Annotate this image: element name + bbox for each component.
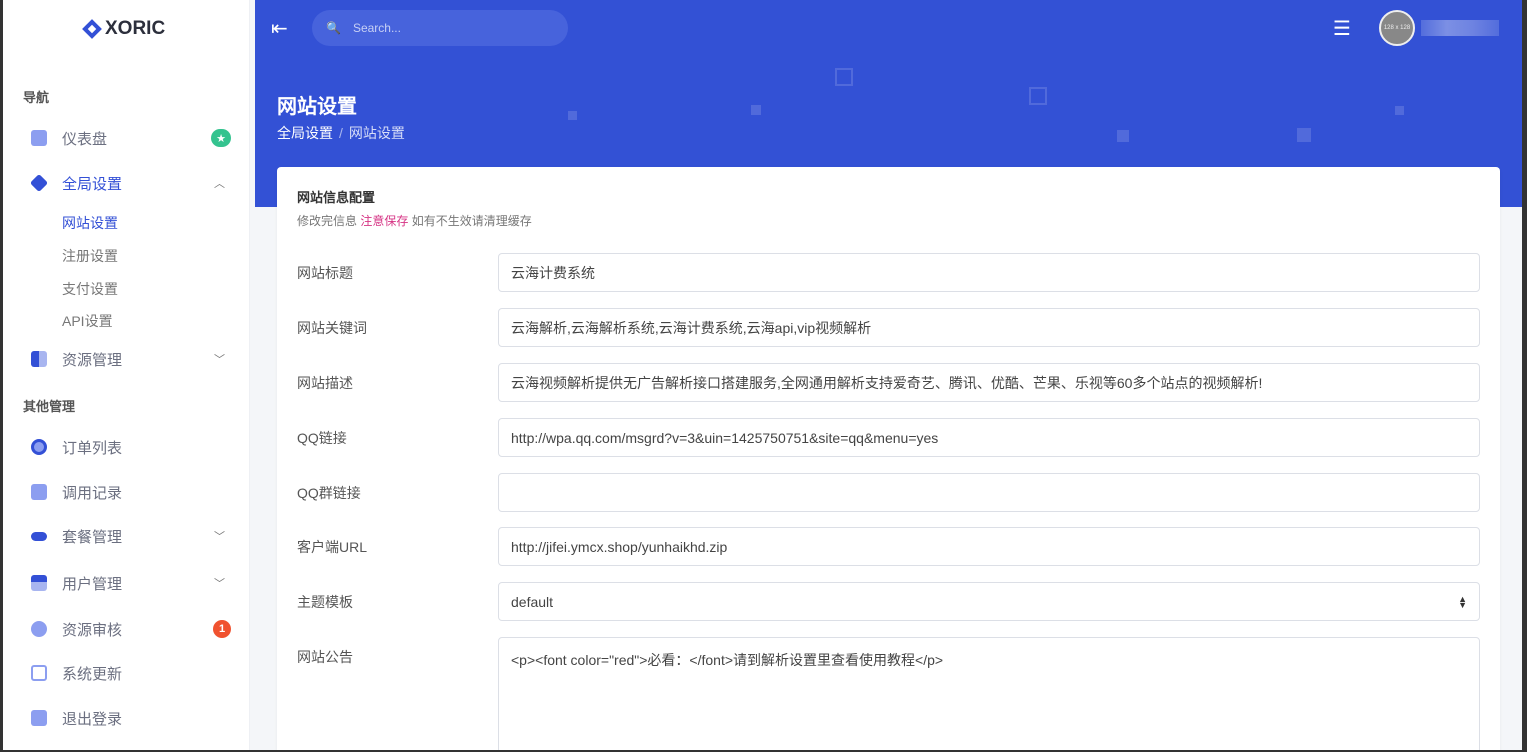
settings-sliders-icon[interactable]: ☰ — [1333, 16, 1351, 41]
monitor-icon — [31, 130, 47, 146]
logout-icon — [31, 710, 47, 726]
search-input[interactable]: 🔍 Search... — [312, 10, 568, 46]
select-arrows-icon: ▲ ▼ — [1458, 593, 1467, 610]
card-subtitle: 修改完信息 注意保存 如有不生效请清理缓存 — [297, 212, 532, 229]
sidebar-item-global-settings[interactable]: 全局设置 ︿ — [29, 168, 231, 198]
sub-item-site-settings[interactable]: 网站设置 — [62, 213, 118, 233]
logo[interactable]: XORIC — [82, 18, 166, 40]
avatar[interactable]: 128 x 128 — [1379, 10, 1415, 46]
star-badge: ★ — [211, 129, 231, 147]
qq-link-input[interactable]: http://wpa.qq.com/msgrd?v=3&uin=14257507… — [498, 418, 1480, 457]
breadcrumb-item[interactable]: 全局设置 — [277, 125, 333, 141]
description-input[interactable]: 云海视频解析提供无广告解析接口搭建服务,全网通用解析支持爱奇艺、腾讯、优酷、芒果… — [498, 363, 1480, 402]
sidebar: XORIC 导航 仪表盘 ★ 全局设置 ︿ 网站设置 注册设置 支付设置 API设置… — [3, 0, 250, 750]
layers-icon — [29, 173, 49, 193]
label: 网站描述 — [297, 375, 353, 391]
box-icon — [31, 575, 47, 591]
decoration — [1297, 128, 1311, 142]
circle-icon — [31, 439, 47, 455]
notice-textarea[interactable]: <p><font color="red">必看：</font>请到解析设置里查看… — [498, 637, 1480, 750]
client-url-input[interactable]: http://jifei.ymcx.shop/yunhaikhd.zip — [498, 527, 1480, 566]
label: 仪表盘 — [62, 130, 108, 148]
chat-plus-icon — [31, 621, 47, 637]
site-config-card: 网站信息配置 修改完信息 注意保存 如有不生效请清理缓存 网站标题 云海计费系统 … — [277, 167, 1500, 750]
label: QQ群链接 — [297, 485, 361, 501]
subtitle-pre: 修改完信息 — [297, 214, 358, 228]
section-nav: 导航 — [23, 90, 50, 105]
brand-name: XORIC — [105, 18, 166, 39]
field-description: 网站描述 云海视频解析提供无广告解析接口搭建服务,全网通用解析支持爱奇艺、腾讯、优… — [297, 363, 1480, 403]
chevron-down-icon: ﹀ — [214, 578, 225, 590]
label: 用户管理 — [62, 575, 123, 593]
chart-icon — [31, 484, 47, 500]
label: 套餐管理 — [62, 528, 123, 546]
chevron-up-icon: ︿ — [214, 178, 225, 190]
breadcrumb-current: 网站设置 — [348, 125, 405, 141]
label: 主题模板 — [297, 594, 353, 610]
label: 网站标题 — [297, 265, 353, 281]
decoration — [835, 68, 853, 86]
field-notice: 网站公告 <p><font color="red">必看：</font>请到解析设… — [297, 637, 1480, 750]
field-site-title: 网站标题 云海计费系统 — [297, 253, 1480, 293]
refresh-icon — [31, 665, 47, 681]
logo-icon — [82, 19, 102, 39]
label: 网站关键词 — [297, 320, 367, 336]
label: 客户端URL — [297, 539, 368, 555]
label: QQ链接 — [297, 430, 347, 446]
field-qq-group: QQ群链接 — [297, 473, 1480, 513]
sidebar-item-packages[interactable]: 套餐管理 ﹀ — [31, 521, 231, 551]
sidebar-item-dashboard[interactable]: 仪表盘 ★ — [31, 123, 231, 153]
subtitle-post: 如有不生效请清理缓存 — [411, 214, 532, 228]
field-qq-link: QQ链接 http://wpa.qq.com/msgrd?v=3&uin=1425… — [297, 418, 1480, 458]
username-blurred[interactable] — [1421, 20, 1499, 36]
theme-select[interactable]: default ▲ ▼ — [498, 582, 1480, 621]
site-title-input[interactable]: 云海计费系统 — [498, 253, 1480, 292]
label: 退出登录 — [62, 710, 123, 728]
label: 资源审核 — [62, 621, 123, 639]
collapse-sidebar-icon[interactable]: ⇤ — [271, 16, 288, 41]
qq-group-input[interactable] — [498, 473, 1480, 512]
decoration — [1395, 106, 1404, 115]
sidebar-item-call-logs[interactable]: 调用记录 — [31, 477, 231, 507]
sub-item-register-settings[interactable]: 注册设置 — [62, 246, 118, 266]
sidebar-item-resources[interactable]: 资源管理 ﹀ — [31, 344, 231, 374]
pill-icon — [31, 531, 47, 541]
chevron-down-icon: ﹀ — [214, 531, 225, 543]
subtitle-warn: 注意保存 — [360, 214, 409, 228]
selected-value: default — [511, 593, 554, 610]
sidebar-item-users[interactable]: 用户管理 ﹀ — [31, 568, 231, 598]
card-title: 网站信息配置 — [297, 190, 376, 205]
sub-item-api-settings[interactable]: API设置 — [62, 311, 113, 331]
sidebar-item-update[interactable]: 系统更新 — [31, 658, 231, 688]
sidebar-item-orders[interactable]: 订单列表 — [31, 432, 231, 462]
label: 订单列表 — [62, 439, 123, 457]
breadcrumb: 全局设置 / 网站设置 — [277, 125, 405, 141]
sub-item-payment-settings[interactable]: 支付设置 — [62, 279, 118, 299]
search-icon: 🔍 — [326, 21, 341, 35]
decoration — [1029, 87, 1047, 105]
label: 调用记录 — [62, 484, 123, 502]
sidebar-item-review[interactable]: 资源审核 1 — [31, 614, 231, 644]
chevron-down-icon: ﹀ — [214, 354, 225, 366]
label: 资源管理 — [62, 351, 123, 369]
count-badge: 1 — [213, 620, 231, 638]
keywords-input[interactable]: 云海解析,云海解析系统,云海计费系统,云海api,vip视频解析 — [498, 308, 1480, 347]
search-placeholder: Search... — [352, 21, 401, 35]
label: 网站公告 — [297, 649, 353, 665]
field-theme: 主题模板 default ▲ ▼ — [297, 582, 1480, 622]
decoration — [1117, 130, 1129, 142]
decoration — [568, 111, 577, 120]
section-other: 其他管理 — [23, 399, 76, 414]
label: 全局设置 — [62, 175, 123, 193]
field-client-url: 客户端URL http://jifei.ymcx.shop/yunhaikhd.z… — [297, 527, 1480, 567]
label: 系统更新 — [62, 665, 123, 683]
decoration — [751, 105, 761, 115]
sidebar-item-logout[interactable]: 退出登录 — [31, 703, 231, 733]
page-title: 网站设置 — [277, 96, 357, 118]
grid-icon — [31, 351, 47, 367]
field-keywords: 网站关键词 云海解析,云海解析系统,云海计费系统,云海api,vip视频解析 — [297, 308, 1480, 348]
